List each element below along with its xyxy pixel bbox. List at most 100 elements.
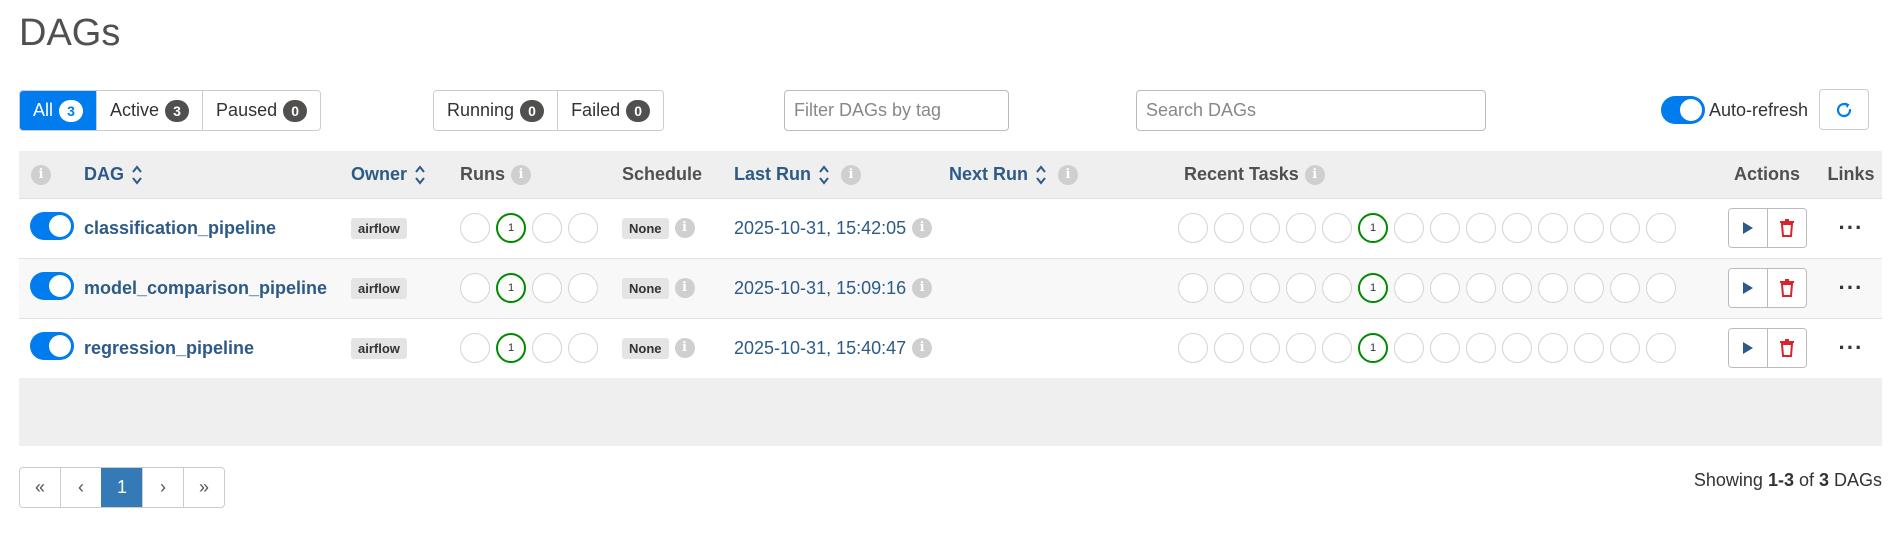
dag-name-link[interactable]: classification_pipeline	[84, 218, 276, 238]
task-state-circle[interactable]	[1250, 333, 1280, 364]
info-icon[interactable]: i	[31, 164, 51, 185]
dag-pause-toggle[interactable]	[30, 331, 74, 360]
delete-dag-button[interactable]	[1766, 209, 1806, 247]
task-state-circle[interactable]	[1538, 213, 1568, 243]
task-state-circle[interactable]	[1646, 273, 1676, 303]
run-state-circle[interactable]	[532, 333, 562, 364]
header-owner[interactable]: Owner	[351, 151, 460, 198]
task-state-circle[interactable]	[1250, 273, 1280, 303]
trigger-dag-button[interactable]	[1728, 269, 1767, 307]
task-state-circle[interactable]	[1610, 273, 1640, 303]
task-state-circle[interactable]	[1214, 333, 1244, 364]
header-last-run[interactable]: Last Run i	[724, 151, 949, 198]
task-state-circle[interactable]	[1394, 333, 1424, 364]
dag-pause-toggle[interactable]	[30, 211, 74, 240]
task-state-circle[interactable]	[1538, 273, 1568, 303]
task-state-circle[interactable]	[1646, 333, 1676, 364]
task-state-circle[interactable]	[1502, 213, 1532, 243]
search-input[interactable]	[1136, 90, 1486, 131]
task-state-circle[interactable]	[1394, 273, 1424, 303]
dag-name-link[interactable]: model_comparison_pipeline	[84, 278, 327, 298]
task-state-circle[interactable]	[1574, 213, 1604, 243]
run-state-circle[interactable]	[568, 333, 598, 364]
task-state-circle[interactable]	[1322, 333, 1352, 364]
filter-paused-button[interactable]: Paused 0	[202, 91, 321, 130]
run-state-circle-success[interactable]: 1	[496, 213, 526, 243]
sort-icon[interactable]	[1036, 165, 1046, 185]
header-dag[interactable]: DAG	[84, 151, 351, 198]
task-state-circle[interactable]	[1502, 333, 1532, 364]
task-state-circle[interactable]	[1574, 333, 1604, 364]
filter-failed-button[interactable]: Failed 0	[557, 91, 664, 130]
page-next-button[interactable]: ›	[142, 468, 183, 507]
task-state-circle[interactable]	[1430, 333, 1460, 364]
info-icon[interactable]: i	[912, 278, 933, 298]
header-next-run[interactable]: Next Run i	[949, 151, 1174, 198]
last-run-link[interactable]: 2025-10-31, 15:40:47	[734, 338, 906, 358]
task-state-circle[interactable]	[1286, 333, 1316, 364]
page-current-button[interactable]: 1	[101, 468, 142, 507]
owner-badge[interactable]: airflow	[351, 277, 407, 299]
task-state-circle[interactable]	[1646, 213, 1676, 243]
task-state-circle[interactable]	[1574, 273, 1604, 303]
task-state-circle[interactable]	[1286, 213, 1316, 243]
task-state-circle[interactable]	[1466, 333, 1496, 364]
auto-refresh-toggle[interactable]	[1661, 96, 1705, 124]
task-state-circle[interactable]	[1394, 213, 1424, 243]
last-run-link[interactable]: 2025-10-31, 15:09:16	[734, 278, 906, 298]
run-state-circle-success[interactable]: 1	[496, 273, 526, 303]
run-state-circle[interactable]	[568, 213, 598, 243]
page-prev-button[interactable]: ‹	[60, 468, 101, 507]
info-icon[interactable]: i	[674, 278, 695, 298]
sort-icon[interactable]	[819, 165, 829, 185]
run-state-circle-success[interactable]: 1	[496, 333, 526, 364]
last-run-link[interactable]: 2025-10-31, 15:42:05	[734, 218, 906, 238]
info-icon[interactable]: i	[674, 338, 695, 359]
delete-dag-button[interactable]	[1766, 329, 1806, 368]
trigger-dag-button[interactable]	[1728, 209, 1767, 247]
refresh-button[interactable]	[1819, 89, 1869, 130]
run-state-circle[interactable]	[460, 333, 490, 364]
info-icon[interactable]: i	[511, 164, 531, 185]
task-state-circle[interactable]	[1610, 213, 1640, 243]
more-links-button[interactable]: ···	[1839, 215, 1864, 240]
page-last-button[interactable]: »	[183, 468, 224, 507]
task-state-circle[interactable]	[1322, 213, 1352, 243]
trigger-dag-button[interactable]	[1728, 329, 1767, 368]
task-state-circle[interactable]	[1214, 273, 1244, 303]
task-state-circle[interactable]	[1322, 273, 1352, 303]
run-state-circle[interactable]	[460, 273, 490, 303]
task-state-circle[interactable]	[1178, 213, 1208, 243]
task-state-circle[interactable]	[1610, 333, 1640, 364]
task-state-circle[interactable]	[1250, 213, 1280, 243]
task-state-circle-success[interactable]: 1	[1358, 213, 1388, 243]
page-first-button[interactable]: «	[20, 468, 60, 507]
info-icon[interactable]: i	[674, 218, 695, 238]
task-state-circle[interactable]	[1538, 333, 1568, 364]
filter-active-button[interactable]: Active 3	[96, 91, 203, 130]
filter-running-button[interactable]: Running 0	[434, 91, 558, 130]
sort-icon[interactable]	[415, 165, 425, 185]
task-state-circle-success[interactable]: 1	[1358, 333, 1388, 364]
task-state-circle[interactable]	[1214, 213, 1244, 243]
info-icon[interactable]: i	[1304, 164, 1325, 185]
run-state-circle[interactable]	[460, 213, 490, 243]
task-state-circle[interactable]	[1178, 273, 1208, 303]
info-icon[interactable]: i	[912, 338, 933, 359]
owner-badge[interactable]: airflow	[351, 217, 407, 239]
task-state-circle[interactable]	[1430, 213, 1460, 243]
info-icon[interactable]: i	[841, 164, 862, 185]
delete-dag-button[interactable]	[1766, 269, 1806, 307]
sort-icon[interactable]	[132, 165, 142, 185]
task-state-circle[interactable]	[1466, 213, 1496, 243]
task-state-circle[interactable]	[1286, 273, 1316, 303]
task-state-circle[interactable]	[1466, 273, 1496, 303]
info-icon[interactable]: i	[1058, 164, 1079, 185]
task-state-circle[interactable]	[1430, 273, 1460, 303]
task-state-circle[interactable]	[1178, 333, 1208, 364]
task-state-circle-success[interactable]: 1	[1358, 273, 1388, 303]
run-state-circle[interactable]	[532, 273, 562, 303]
tag-filter-input[interactable]	[784, 90, 1009, 131]
info-icon[interactable]: i	[912, 218, 933, 238]
run-state-circle[interactable]	[568, 273, 598, 303]
